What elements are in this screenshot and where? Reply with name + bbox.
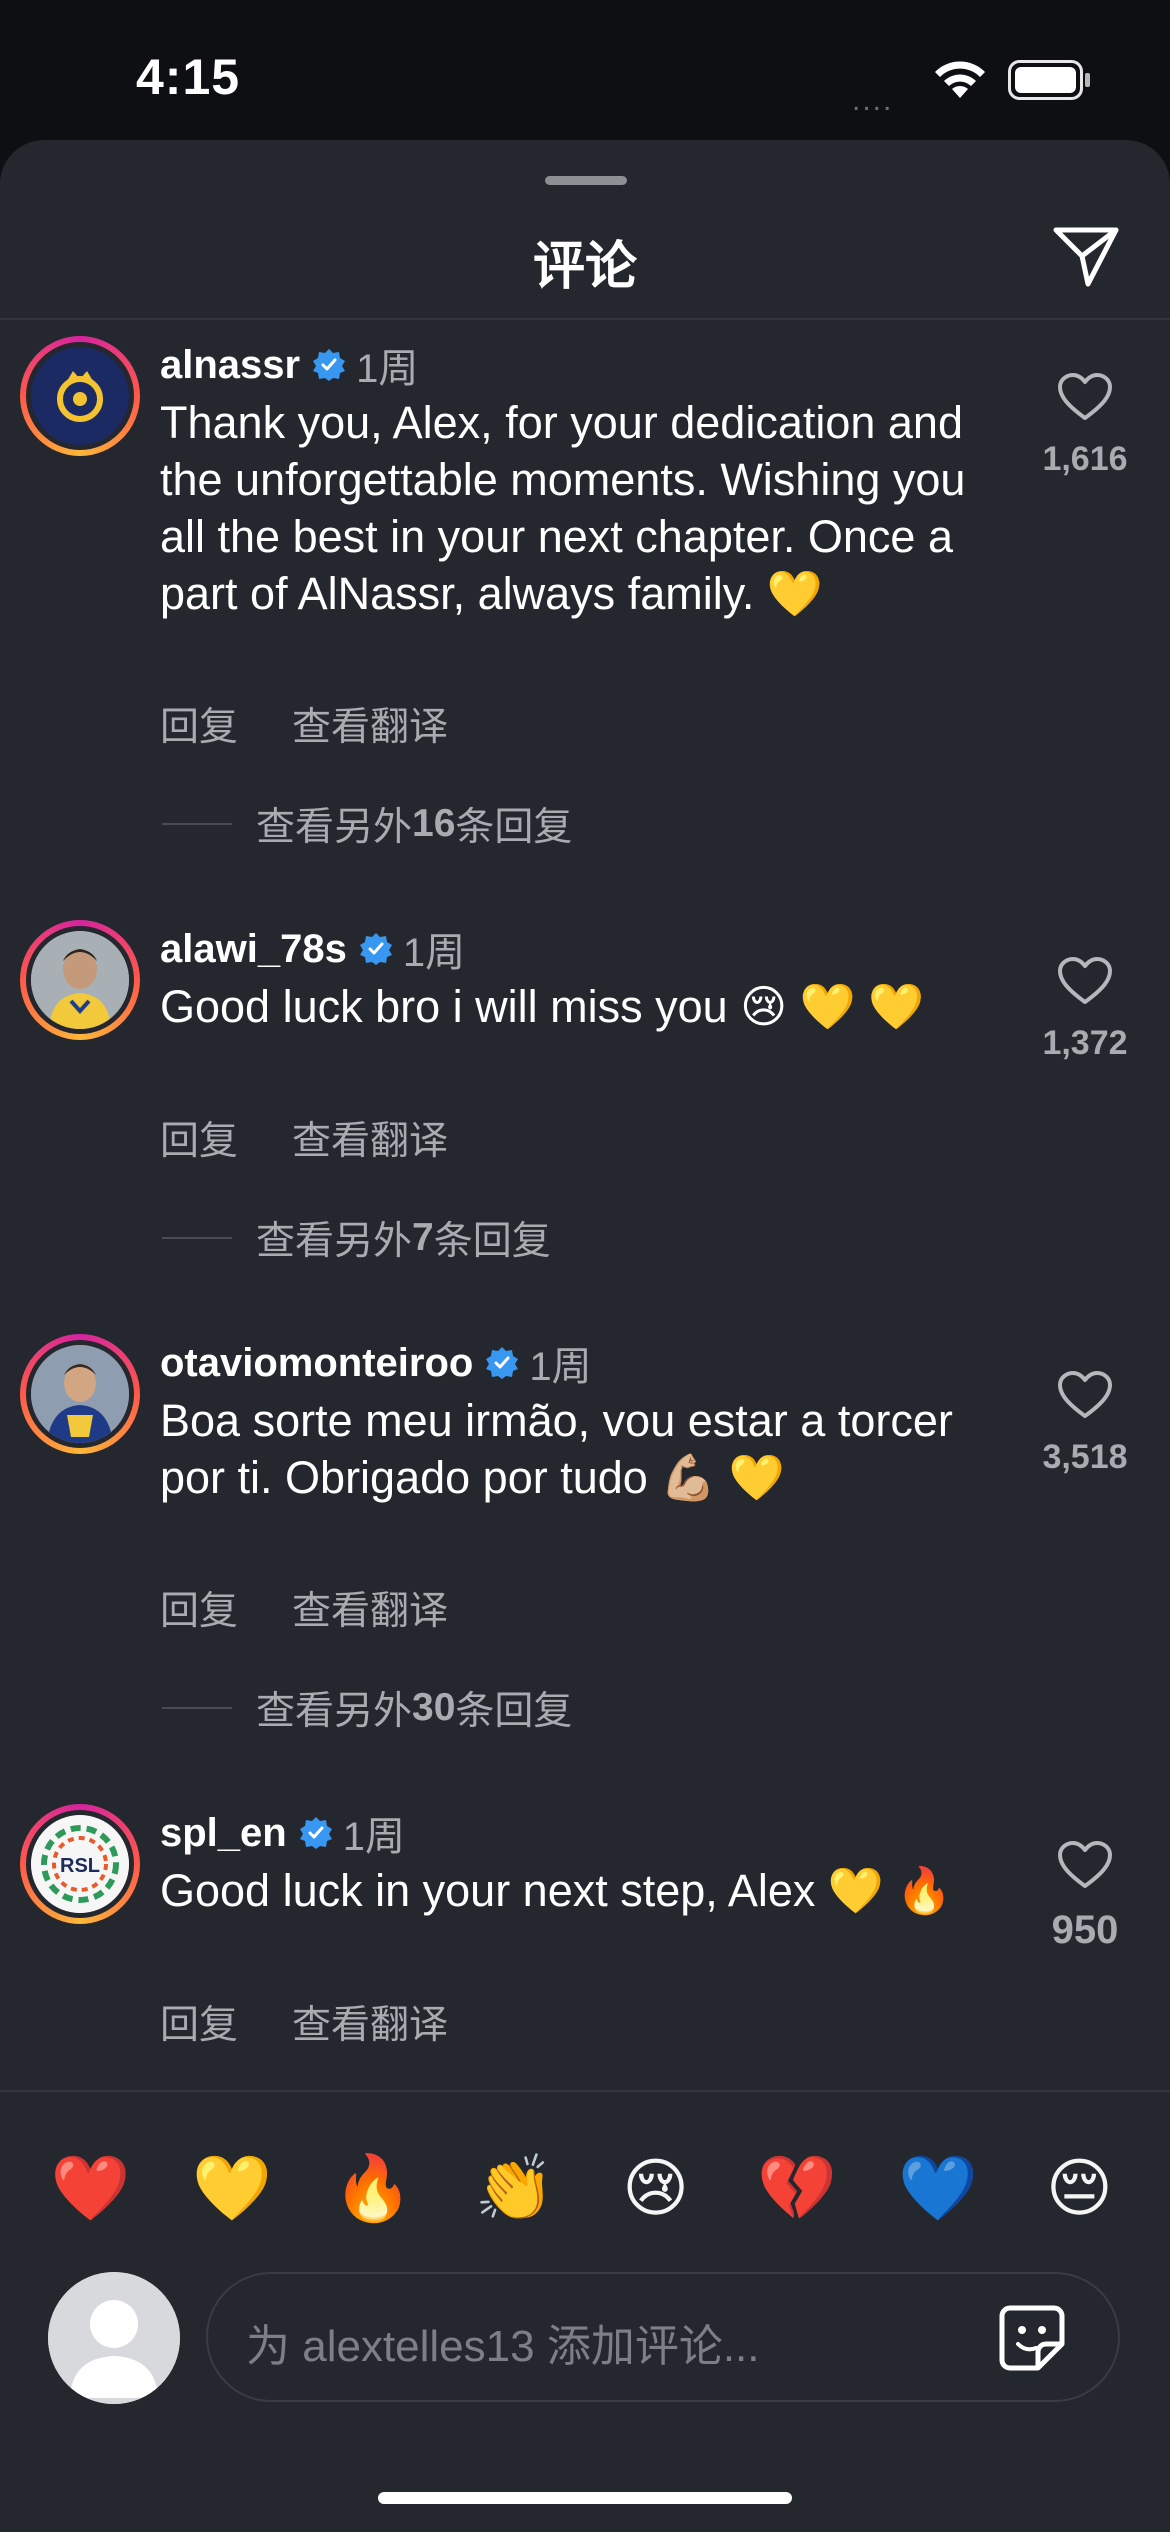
- emoji-broken-heart[interactable]: 💔: [747, 2140, 847, 2236]
- heart-icon[interactable]: [1057, 1840, 1113, 1890]
- view-more-replies-button[interactable]: 查看另外 16 条回复: [162, 796, 572, 852]
- comment-text: Good luck in your next step, Alex 💛 🔥: [160, 1865, 953, 1916]
- like-button[interactable]: 950: [1030, 1840, 1140, 1953]
- more-replies-prefix: 查看另外: [256, 1220, 413, 1263]
- current-user-avatar[interactable]: [48, 2272, 180, 2404]
- more-replies-count: 7: [412, 1216, 434, 1259]
- more-replies-prefix: 查看另外: [256, 1690, 413, 1733]
- verified-badge-icon: [486, 1347, 519, 1379]
- comment-text: Boa sorte meu irmão, vou estar a torcer …: [160, 1395, 953, 1503]
- verified-badge-icon: [359, 933, 392, 965]
- rsl-logo-icon: RSL: [31, 1815, 129, 1913]
- avatar[interactable]: [20, 920, 140, 1040]
- heart-icon[interactable]: [1057, 1370, 1113, 1420]
- emoji-blue-heart[interactable]: 💙: [888, 2140, 988, 2236]
- like-count: 950: [1051, 1908, 1119, 1952]
- heart-icon[interactable]: [1057, 372, 1113, 422]
- emoji-pensive[interactable]: 😔: [1029, 2140, 1129, 2236]
- wifi-icon: [935, 61, 985, 98]
- comment-text: Good luck bro i will miss you 😢 💛 💛: [160, 981, 925, 1032]
- battery-icon: [1008, 60, 1090, 100]
- alnassr-logo-icon: [31, 347, 129, 445]
- emoji-quick-bar: ❤️ 💛 🔥 👏 😢 💔 💙 😔: [0, 2140, 1170, 2236]
- more-replies-prefix: 查看另外: [256, 806, 413, 849]
- more-replies-suffix: 条回复: [455, 1690, 573, 1733]
- verified-badge-icon: [313, 349, 346, 381]
- reply-button[interactable]: 回复: [160, 696, 238, 752]
- replies-divider-line: [162, 1237, 232, 1239]
- comment-username[interactable]: alnassr: [160, 343, 300, 388]
- comment-input-placeholder: 为 alextelles13 添加评论...: [246, 2322, 760, 2371]
- view-more-replies-button[interactable]: 查看另外 7 条回复: [162, 1210, 551, 1266]
- emoji-bar-divider: [0, 2090, 1170, 2092]
- avatar[interactable]: RSL: [20, 1804, 140, 1924]
- like-button[interactable]: 3,518: [1030, 1370, 1140, 1477]
- status-bar: 4:15 ....: [0, 0, 1170, 140]
- heart-icon[interactable]: [1057, 956, 1113, 1006]
- comment-username[interactable]: alawi_78s: [160, 927, 347, 972]
- comment-time: 1周: [356, 347, 419, 391]
- more-replies-suffix: 条回复: [433, 1220, 551, 1263]
- comment-time: 1周: [529, 1345, 592, 1389]
- more-replies-count: 30: [412, 1686, 456, 1729]
- like-button[interactable]: 1,372: [1030, 956, 1140, 1063]
- replies-divider-line: [162, 1707, 232, 1709]
- avatar[interactable]: [20, 336, 140, 456]
- see-translation-button[interactable]: 查看翻译: [292, 1580, 448, 1636]
- verified-badge-icon: [299, 1817, 332, 1849]
- home-indicator[interactable]: [378, 2492, 792, 2504]
- like-count: 1,616: [1042, 440, 1128, 478]
- more-replies-count: 16: [412, 802, 456, 845]
- like-button[interactable]: 1,616: [1030, 372, 1140, 479]
- comment-username[interactable]: otaviomonteiroo: [160, 1341, 473, 1386]
- see-translation-button[interactable]: 查看翻译: [292, 696, 448, 752]
- comment-username[interactable]: spl_en: [160, 1811, 287, 1856]
- sheet-grabber[interactable]: [545, 176, 627, 185]
- like-count: 3,518: [1042, 1438, 1128, 1476]
- like-count: 1,372: [1042, 1024, 1128, 1062]
- header-divider: [0, 318, 1170, 320]
- status-time: 4:15: [136, 49, 241, 105]
- svg-text:RSL: RSL: [60, 1855, 100, 1877]
- comment-time: 1周: [342, 1815, 405, 1859]
- cellular-signal-icon: ....: [852, 84, 894, 117]
- comment-text: Thank you, Alex, for your dedication and…: [160, 397, 966, 619]
- paper-plane-icon[interactable]: [1050, 220, 1122, 292]
- emoji-clapping[interactable]: 👏: [464, 2140, 564, 2236]
- comment-time: 1周: [402, 931, 466, 975]
- emoji-red-heart[interactable]: ❤️: [41, 2140, 141, 2236]
- reply-button[interactable]: 回复: [160, 1110, 238, 1166]
- more-replies-suffix: 条回复: [455, 806, 573, 849]
- view-more-replies-button[interactable]: 查看另外 30 条回复: [162, 1680, 572, 1736]
- avatar[interactable]: [20, 1334, 140, 1454]
- see-translation-button[interactable]: 查看翻译: [292, 1110, 448, 1166]
- reply-button[interactable]: 回复: [160, 1994, 238, 2050]
- comment-input[interactable]: 为 alextelles13 添加评论...: [206, 2272, 1120, 2402]
- emoji-fire[interactable]: 🔥: [323, 2140, 423, 2236]
- default-avatar-icon: [48, 2272, 180, 2404]
- player-photo-icon: [31, 1345, 129, 1443]
- reply-button[interactable]: 回复: [160, 1580, 238, 1636]
- see-translation-button[interactable]: 查看翻译: [292, 1994, 448, 2050]
- emoji-yellow-heart[interactable]: 💛: [182, 2140, 282, 2236]
- replies-divider-line: [162, 823, 232, 825]
- player-photo-icon: [31, 931, 129, 1029]
- sheet-title: 评论: [532, 238, 637, 296]
- sticker-icon[interactable]: [996, 2302, 1068, 2374]
- emoji-crying[interactable]: 😢: [606, 2140, 706, 2236]
